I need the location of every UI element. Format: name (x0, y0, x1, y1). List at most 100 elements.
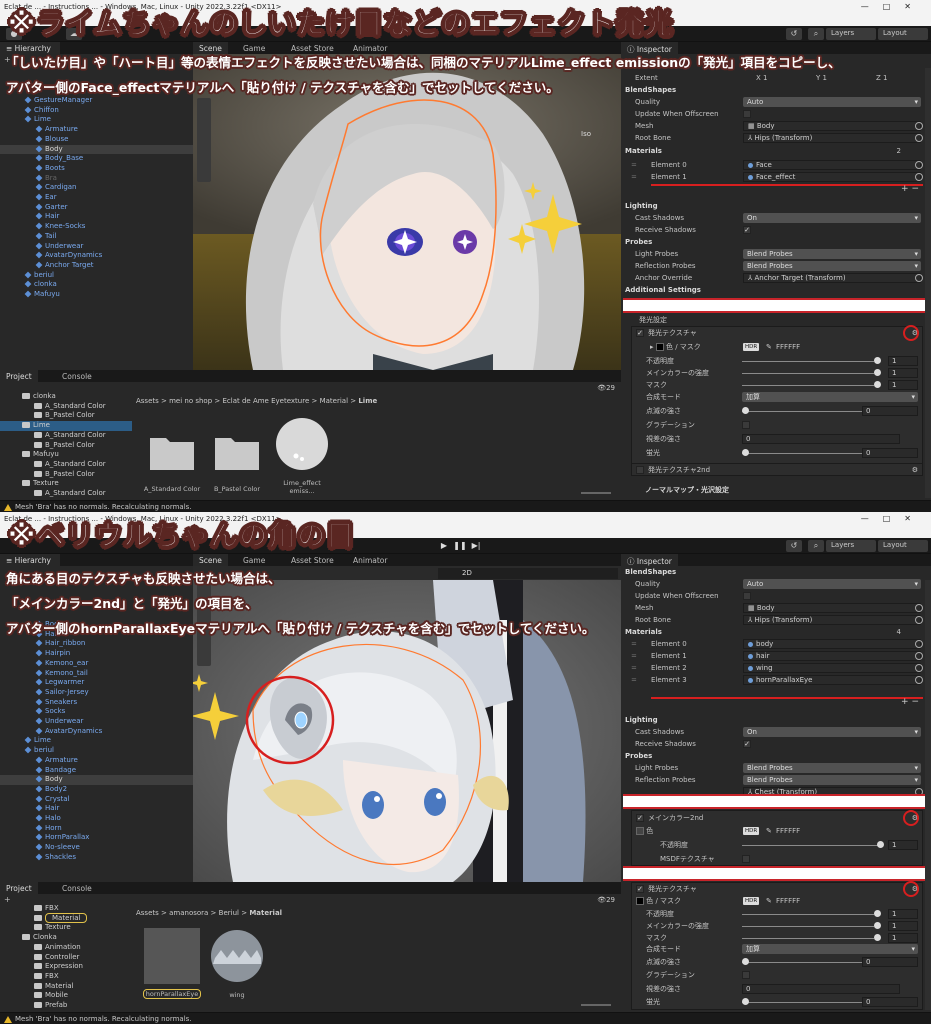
search-icon[interactable]: ⌕ (808, 28, 824, 40)
project-tree-item[interactable]: Expression (0, 962, 130, 972)
breadcrumb-segment[interactable]: Beriul (219, 909, 239, 917)
scene-view[interactable]: Iso (193, 54, 621, 370)
layout-dropdown[interactable]: Layout (878, 540, 928, 552)
slider-knob[interactable] (874, 910, 881, 917)
object-picker-icon[interactable] (915, 173, 923, 181)
project-tree-item[interactable]: Material (0, 912, 130, 924)
slider-track[interactable] (742, 925, 874, 927)
breadcrumb-segment[interactable]: Material (320, 397, 348, 405)
add-icon[interactable]: + (4, 895, 11, 904)
project-tree-item[interactable]: FBX (0, 972, 130, 982)
history-icon[interactable]: ↺ (786, 540, 802, 552)
hierarchy-item[interactable]: Armature (0, 756, 193, 766)
blink-slider[interactable] (742, 961, 882, 963)
status-message[interactable]: Mesh 'Bra' has no normals. Recalculating… (15, 1015, 192, 1023)
mesh-field[interactable]: ▦ Body (743, 603, 921, 613)
color-hex-value[interactable]: FFFFFF (776, 825, 800, 837)
texture-slot-icon[interactable] (655, 343, 664, 351)
hierarchy-item[interactable]: beriul (0, 271, 193, 281)
eyedropper-icon[interactable]: ✎ (766, 825, 772, 837)
material-field[interactable]: hornParallaxEye (743, 675, 921, 685)
breadcrumb[interactable]: Assets > amanosora > Beriul > Material (136, 909, 282, 917)
scene-tools[interactable] (197, 98, 211, 182)
hierarchy-item[interactable]: Boots (0, 164, 193, 174)
hierarchy-item[interactable]: Underwear (0, 717, 193, 727)
opacity-knob[interactable] (877, 841, 884, 848)
hierarchy-item[interactable]: GestureManager (0, 96, 193, 106)
material-field[interactable]: wing (743, 663, 921, 673)
hierarchy-item[interactable]: Cardigan (0, 183, 193, 193)
tab-animator[interactable]: Animator (347, 554, 393, 566)
zoom-slider[interactable] (581, 492, 611, 494)
object-picker-icon[interactable] (915, 676, 923, 684)
fluorescence-knob[interactable] (742, 998, 749, 1005)
object-picker-icon[interactable] (915, 616, 923, 624)
project-tree-item[interactable]: Mafuyu (0, 450, 132, 460)
tab-scene[interactable]: Scene (193, 554, 228, 566)
project-tree-item[interactable]: Prefab (0, 1001, 130, 1011)
project-tree-item[interactable]: B_Pastel Color (0, 441, 132, 451)
lighting-row[interactable]: Lighting (621, 714, 931, 726)
hierarchy-item[interactable]: Anchor Target (0, 261, 193, 271)
tab-hierarchy[interactable]: ≡ Hierarchy (0, 554, 60, 566)
project-tree-item[interactable]: A_Standard Color (0, 431, 132, 441)
asset-folder-pastel[interactable]: B_Pastel Color (208, 422, 266, 493)
emission-enable-checkbox[interactable]: ✓ (636, 329, 644, 337)
hierarchy-item[interactable]: Ear (0, 193, 193, 203)
tab-game[interactable]: Game (237, 554, 271, 566)
breadcrumb-segment[interactable]: Assets (136, 909, 159, 917)
slider-value[interactable]: 1 (888, 933, 918, 943)
fluorescence-slider[interactable] (742, 452, 882, 454)
breadcrumb[interactable]: Assets > mei no shop > Eclat de Ame Eyet… (136, 397, 377, 405)
project-tree-item[interactable]: Lime (0, 421, 132, 431)
hierarchy-item[interactable]: Crystal (0, 795, 193, 805)
msdf-checkbox[interactable] (742, 855, 750, 863)
materials-count[interactable]: 4 (897, 626, 901, 638)
slider-knob[interactable] (874, 934, 881, 941)
mode-2d-toggle[interactable]: 2D (462, 569, 472, 577)
status-message[interactable]: Mesh 'Bra' has no normals. Recalculating… (15, 503, 192, 511)
hierarchy-item[interactable]: Hair (0, 212, 193, 222)
reflection-probes-dropdown[interactable]: Blend Probes (743, 261, 921, 271)
hierarchy-item[interactable]: Body (0, 775, 193, 785)
quality-dropdown[interactable]: Auto (743, 579, 921, 589)
hierarchy-item[interactable]: Horn (0, 824, 193, 834)
additional-settings-row[interactable]: Additional Settings (621, 284, 931, 296)
project-tree-item[interactable]: Controller (0, 953, 130, 963)
play-icon[interactable]: ▶ (436, 540, 452, 552)
project-tree-item[interactable]: A_Standard Color (0, 460, 132, 470)
gear-icon[interactable]: ⚙ (912, 464, 918, 476)
emission-tex-header[interactable]: ✓ 発光テクスチャ ⚙ (632, 327, 922, 339)
project-tree-item[interactable]: Material (0, 982, 130, 992)
probes-row[interactable]: Probes (621, 750, 931, 762)
light-probes-dropdown[interactable]: Blend Probes (743, 763, 921, 773)
hierarchy-item[interactable]: Body (0, 144, 193, 155)
drag-handle-icon[interactable]: = (631, 662, 637, 674)
slider-value[interactable]: 1 (888, 368, 918, 378)
fluorescence-slider[interactable] (742, 1001, 882, 1003)
hierarchy-item[interactable]: Garter (0, 203, 193, 213)
slider-knob[interactable] (874, 369, 881, 376)
anchor-override-field[interactable]: ⅄ Anchor Target (Transform) (743, 273, 921, 283)
hierarchy-item[interactable]: Hairpin (0, 649, 193, 659)
fluorescence-value[interactable]: 0 (862, 997, 918, 1007)
project-tree-item[interactable]: clonka (0, 392, 132, 402)
slider-track[interactable] (742, 384, 874, 386)
project-tree-item[interactable]: B_Pastel Color (0, 470, 132, 480)
slider-knob[interactable] (874, 381, 881, 388)
tab-project[interactable]: Project (0, 882, 38, 894)
material-field[interactable]: hair (743, 651, 921, 661)
drag-handle-icon[interactable]: = (631, 650, 637, 662)
blendshapes-row[interactable]: BlendShapes (621, 566, 931, 578)
hierarchy-item[interactable]: Hair_ribbon (0, 639, 193, 649)
blend-mode-dropdown[interactable]: 加算 (742, 392, 918, 402)
cast-shadows-dropdown[interactable]: On (743, 727, 921, 737)
slider-knob[interactable] (874, 922, 881, 929)
drag-handle-icon[interactable]: = (631, 674, 637, 686)
asset-material-wing[interactable]: wing (208, 928, 266, 999)
layers-dropdown[interactable]: Layers (826, 540, 876, 552)
texture-slot-icon[interactable] (636, 897, 644, 905)
hierarchy-item[interactable]: Knee-Socks (0, 222, 193, 232)
blink-knob[interactable] (742, 407, 749, 414)
hierarchy-item[interactable]: Body_Base (0, 154, 193, 164)
